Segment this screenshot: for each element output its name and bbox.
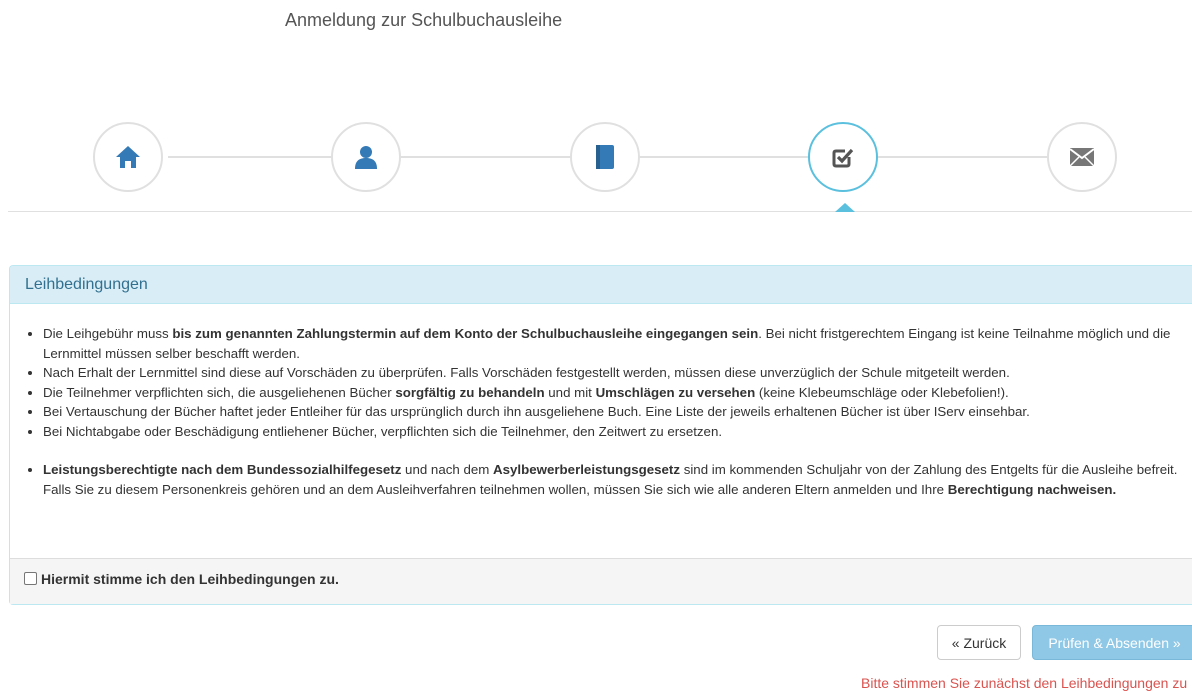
list-item: Bei Nichtabgabe oder Beschädigung entlie… xyxy=(43,422,1184,442)
home-icon xyxy=(116,146,140,168)
page-title: Anmeldung zur Schulbuchausleihe xyxy=(285,10,563,30)
list-item: Die Teilnehmer verpflichten sich, die au… xyxy=(43,383,1184,403)
wizard-step-user[interactable] xyxy=(331,122,401,192)
panel-heading: Leihbedingungen xyxy=(10,266,1192,304)
active-step-pointer xyxy=(835,203,855,212)
submit-button[interactable]: Prüfen & Absenden » xyxy=(1032,625,1192,660)
agree-checkbox-label[interactable]: Hiermit stimme ich den Leihbedingungen z… xyxy=(24,571,339,587)
envelope-icon xyxy=(1069,148,1095,167)
wizard-step-terms[interactable] xyxy=(808,122,878,192)
panel-footer: Hiermit stimme ich den Leihbedingungen z… xyxy=(10,558,1192,604)
wizard-step-home[interactable] xyxy=(93,122,163,192)
list-item: Die Leihgebühr muss bis zum genannten Za… xyxy=(43,324,1184,363)
wizard-step-send[interactable] xyxy=(1047,122,1117,192)
list-item: Nach Erhalt der Lernmittel sind diese au… xyxy=(43,363,1184,383)
wizard-step-book[interactable] xyxy=(570,122,640,192)
list-item: Leistungsberechtigte nach dem Bundessozi… xyxy=(43,460,1184,499)
terms-panel: Leihbedingungen Die Leihgebühr muss bis … xyxy=(9,265,1192,605)
list-item: Bei Vertauschung der Bücher haftet jeder… xyxy=(43,402,1184,422)
wizard-steps xyxy=(8,100,1192,215)
panel-body: Die Leihgebühr muss bis zum genannten Za… xyxy=(10,304,1192,499)
agree-checkbox[interactable] xyxy=(24,572,37,585)
back-button[interactable]: « Zurück xyxy=(937,625,1021,660)
terms-list: Die Leihgebühr muss bis zum genannten Za… xyxy=(25,324,1184,441)
wizard-divider xyxy=(8,211,1192,212)
book-icon xyxy=(596,145,614,169)
check-square-icon xyxy=(832,148,854,168)
benefits-note-list: Leistungsberechtigte nach dem Bundessozi… xyxy=(25,460,1184,499)
user-icon xyxy=(355,146,377,169)
